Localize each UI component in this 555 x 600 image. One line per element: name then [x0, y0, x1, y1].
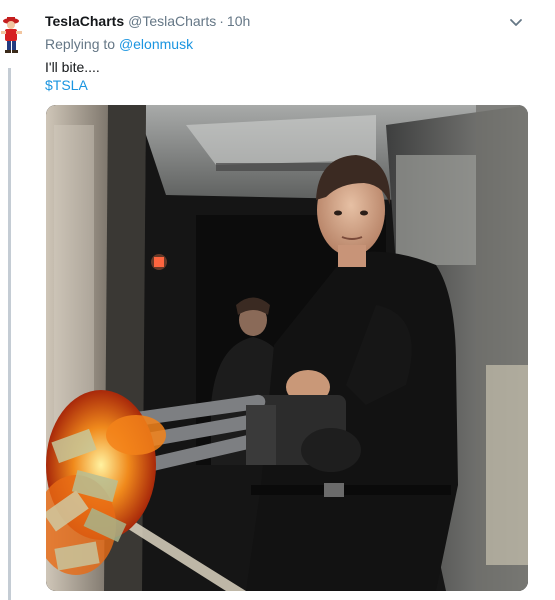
tweet-photo[interactable]: [46, 105, 528, 591]
thread-line: [8, 68, 11, 600]
tweet-timestamp[interactable]: 10h: [227, 13, 250, 29]
author-name[interactable]: TeslaCharts: [45, 13, 124, 29]
separator-dot: ·: [219, 13, 224, 29]
tweet-text: I'll bite.... $TSLA: [45, 58, 100, 94]
author-handle[interactable]: @TeslaCharts: [128, 13, 216, 29]
avatar[interactable]: [0, 14, 24, 56]
cashtag-link[interactable]: $TSLA: [45, 76, 100, 94]
replying-to-label: Replying to: [45, 36, 116, 52]
tweet: TeslaCharts @TeslaCharts · 10h Replying to …: [0, 0, 555, 600]
reply-mention-link[interactable]: @elonmusk: [119, 36, 193, 52]
tweet-text-line: I'll bite....: [45, 59, 100, 75]
replying-to: Replying to @elonmusk: [45, 35, 193, 53]
chevron-down-icon[interactable]: [508, 14, 524, 30]
tweet-header: TeslaCharts @TeslaCharts · 10h: [45, 12, 250, 30]
photo-image: [46, 105, 528, 591]
